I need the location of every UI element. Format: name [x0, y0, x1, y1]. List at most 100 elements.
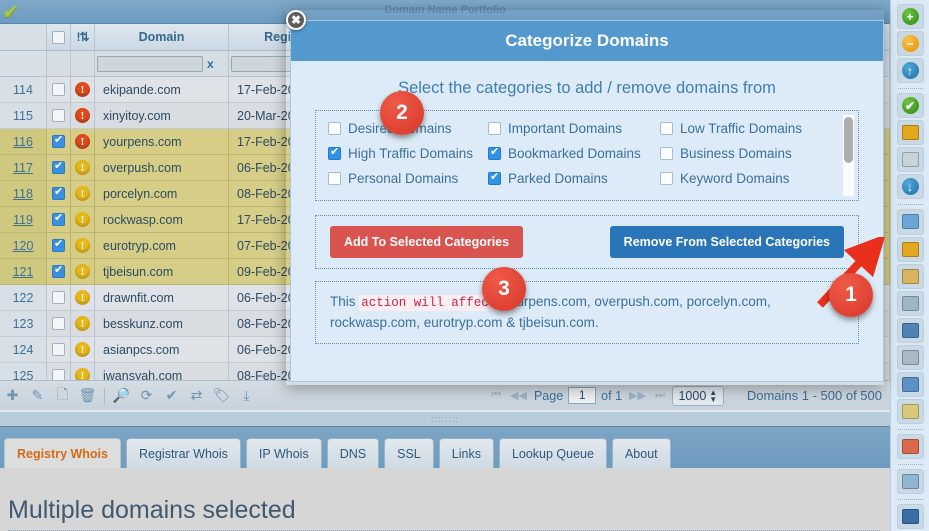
header-domain[interactable]: Domain — [95, 24, 229, 50]
category-personal-domains[interactable]: Personal Domains — [328, 171, 488, 186]
report-settings-icon — [901, 295, 919, 311]
category-low-traffic-domains[interactable]: Low Traffic Domains — [660, 121, 802, 136]
tab-registrar-whois[interactable]: Registrar Whois — [126, 438, 241, 468]
next-page-icon[interactable]: ▶▶ — [627, 389, 648, 402]
new-record-icon — [901, 214, 919, 230]
category-checkbox[interactable] — [660, 147, 673, 160]
copy-icon[interactable]: 🗋 — [50, 381, 75, 411]
row-checkbox[interactable] — [52, 134, 65, 148]
category-checkbox[interactable] — [328, 172, 341, 185]
category-high-traffic-domains[interactable]: High Traffic Domains — [328, 146, 488, 161]
rail-separator — [897, 428, 923, 430]
category-parked-domains[interactable]: Parked Domains — [488, 171, 660, 186]
tab-ssl[interactable]: SSL — [384, 438, 434, 468]
edit-settings-button[interactable] — [896, 263, 924, 289]
tab-registry-whois[interactable]: Registry Whois — [4, 438, 121, 468]
row-checkbox[interactable] — [52, 238, 65, 252]
row-select-cell[interactable] — [47, 77, 71, 102]
category-keyword-domains[interactable]: Keyword Domains — [660, 171, 790, 186]
domain-filter-input[interactable] — [97, 55, 203, 72]
remove-from-categories-button[interactable]: Remove From Selected Categories — [609, 226, 844, 258]
tab-links[interactable]: Links — [438, 438, 494, 468]
header-sort[interactable]: !⇅ — [71, 24, 95, 50]
globe-settings-button[interactable] — [896, 317, 924, 343]
add-icon[interactable]: ✚ — [0, 381, 25, 411]
add-green-button[interactable]: + — [896, 4, 924, 30]
categorize-domains-button[interactable] — [896, 120, 924, 146]
download-icon[interactable]: ⤓ — [234, 381, 259, 411]
row-select-cell[interactable] — [47, 129, 71, 154]
row-select-cell[interactable] — [47, 207, 71, 232]
edit-icon[interactable]: ✎ — [25, 381, 50, 411]
row-checkbox[interactable] — [52, 186, 65, 200]
folder-settings-button[interactable] — [896, 236, 924, 262]
row-checkbox[interactable] — [52, 291, 65, 304]
tab-dns[interactable]: DNS — [326, 438, 380, 468]
header-select-all[interactable] — [47, 24, 71, 50]
row-checkbox[interactable] — [52, 212, 65, 226]
search-icon[interactable]: 🔎 — [109, 381, 134, 411]
page-size-select[interactable]: 1000 ▲ ▼ — [671, 385, 724, 406]
check-icon[interactable]: ✔ — [159, 381, 184, 411]
tab-ip-whois[interactable]: IP Whois — [245, 438, 322, 468]
category-checkbox[interactable] — [660, 172, 673, 185]
category-checkbox[interactable] — [328, 122, 341, 135]
scrollbar-thumb[interactable] — [844, 117, 853, 163]
last-page-icon[interactable]: ⏭ — [653, 389, 667, 402]
new-record-button[interactable] — [896, 209, 924, 235]
verify-green-check-button[interactable]: ✔ — [896, 93, 924, 119]
category-business-domains[interactable]: Business Domains — [660, 146, 792, 161]
category-checkbox[interactable] — [488, 171, 501, 185]
category-checkbox[interactable] — [488, 122, 501, 135]
category-scrollbar[interactable] — [843, 115, 854, 196]
row-checkbox[interactable] — [52, 160, 65, 174]
upload-blue-button[interactable]: ↑ — [896, 58, 924, 84]
row-checkbox[interactable] — [52, 83, 65, 96]
palette-settings-button[interactable] — [896, 433, 924, 459]
row-checkbox[interactable] — [52, 109, 65, 122]
row-select-cell[interactable] — [47, 259, 71, 284]
download-blue-button[interactable]: ↓ — [896, 174, 924, 200]
tools-button[interactable] — [896, 344, 924, 370]
row-select-cell[interactable] — [47, 285, 71, 310]
add-to-categories-button[interactable]: Add To Selected Categories — [330, 226, 524, 258]
row-select-cell[interactable] — [47, 337, 71, 362]
row-domain: tjbeisun.com — [95, 259, 229, 284]
prev-page-icon[interactable]: ◀◀ — [508, 389, 529, 402]
row-checkbox[interactable] — [52, 264, 65, 278]
category-bookmarked-domains[interactable]: Bookmarked Domains — [488, 146, 660, 161]
tab-about[interactable]: About — [611, 438, 671, 468]
splitter-handle[interactable]: :::::::: — [0, 412, 890, 426]
close-icon[interactable]: ✖ — [286, 10, 306, 30]
modal-subtitle: Select the categories to add / remove do… — [398, 79, 776, 97]
categorize-domains-modal: ✖ Categorize Domains Select the categori… — [286, 10, 884, 382]
tag-icon[interactable]: 🏷 — [209, 381, 234, 411]
row-select-cell[interactable] — [47, 233, 71, 258]
book-button[interactable] — [896, 504, 924, 530]
category-checkbox[interactable] — [328, 146, 341, 160]
row-select-cell[interactable] — [47, 311, 71, 336]
row-select-cell[interactable] — [47, 181, 71, 206]
refresh-icon[interactable]: ⟳ — [134, 381, 159, 411]
delete-icon[interactable]: 🗑 — [75, 381, 100, 411]
window-check-button[interactable] — [896, 371, 924, 397]
row-domain: eurotryp.com — [95, 233, 229, 258]
tag-button[interactable] — [896, 147, 924, 173]
gear-check-button[interactable] — [896, 469, 924, 495]
clipboard-check-button[interactable] — [896, 398, 924, 424]
remove-orange-button[interactable]: − — [896, 31, 924, 57]
domain-filter-clear[interactable]: x — [203, 57, 218, 71]
page-input[interactable]: 1 — [568, 387, 597, 404]
transfer-icon[interactable]: ⇄ — [184, 381, 209, 411]
tab-lookup-queue[interactable]: Lookup Queue — [498, 438, 607, 468]
row-checkbox[interactable] — [52, 343, 65, 356]
first-page-icon[interactable]: ⏮ — [489, 389, 503, 402]
category-checkbox[interactable] — [660, 122, 673, 135]
row-select-cell[interactable] — [47, 103, 71, 128]
category-checkbox[interactable] — [488, 146, 501, 160]
category-important-domains[interactable]: Important Domains — [488, 121, 660, 136]
row-checkbox[interactable] — [52, 317, 65, 330]
report-settings-button[interactable] — [896, 290, 924, 316]
select-all-checkbox[interactable] — [52, 30, 65, 44]
row-select-cell[interactable] — [47, 155, 71, 180]
